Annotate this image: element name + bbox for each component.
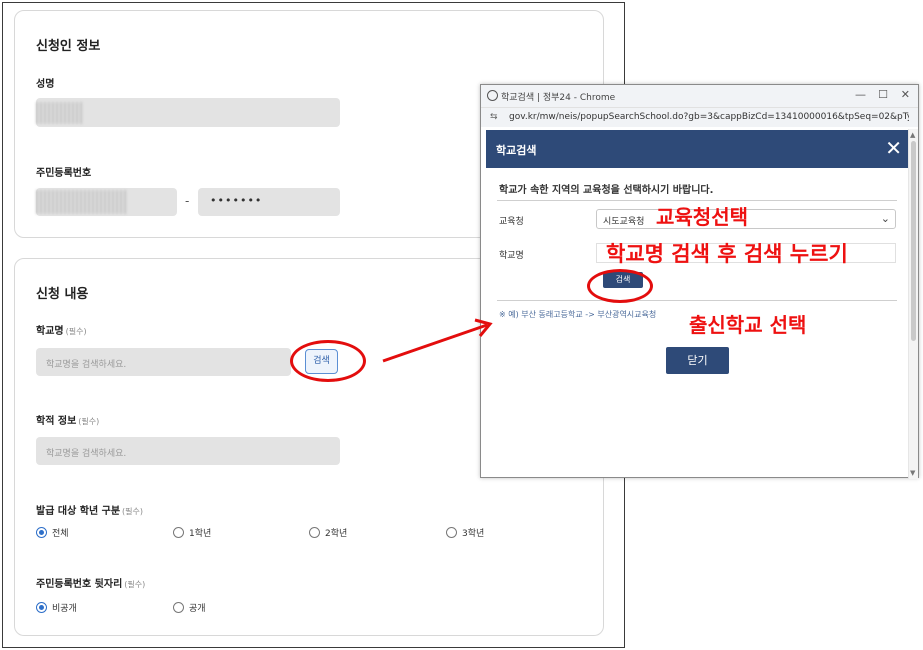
scroll-down-icon[interactable]: ▼: [910, 469, 915, 477]
required-tag: (필수): [78, 417, 100, 426]
school-label-text: 학교명: [36, 326, 64, 337]
rrn-back-radio-private[interactable]: 비공개: [36, 601, 77, 614]
minimize-icon[interactable]: —: [855, 88, 866, 101]
popup-titlebar: 학교검색 | 정부24 - Chrome — ☐ ✕: [481, 85, 918, 107]
grade-radio-2[interactable]: 2학년: [309, 526, 347, 539]
rrn-back-option-label: 비공개: [52, 604, 77, 614]
scroll-thumb[interactable]: [911, 141, 916, 341]
annotation-search-school: 학교명 검색 후 검색 누르기: [606, 242, 848, 266]
radio-icon: [309, 527, 320, 538]
rrn-dash: -: [185, 194, 190, 208]
section-title-application: 신청 내용: [36, 287, 89, 302]
rrn-back-radio-public[interactable]: 공개: [173, 601, 206, 614]
office-label: 교육청: [499, 217, 524, 227]
record-label-text: 학적 정보: [36, 416, 77, 427]
rrn-label: 주민등록번호: [36, 168, 92, 179]
grade-label-text: 발급 대상 학년 구분: [36, 506, 121, 517]
annotation-ring-search: [290, 340, 366, 382]
radio-icon: [173, 602, 184, 613]
popup-url: gov.kr/mw/neis/popupSearchSchool.do?gb=3…: [509, 112, 909, 122]
required-tag: (필수): [65, 327, 87, 336]
section-title-applicant: 신청인 정보: [36, 39, 101, 54]
rrn-front-field: [36, 188, 177, 216]
record-placeholder: 학교명을 검색하세요.: [46, 449, 127, 459]
grade-option-label: 3학년: [462, 529, 485, 539]
popup-school-label: 학교명: [499, 251, 524, 261]
name-field: [36, 98, 340, 127]
radio-icon: [446, 527, 457, 538]
rrn-masked-dots: •••••••: [210, 194, 263, 207]
popup-address-bar[interactable]: ⇆ gov.kr/mw/neis/popupSearchSchool.do?gb…: [481, 107, 918, 127]
annotation-select-office: 교육청선택: [656, 205, 748, 229]
radio-selected-icon: [36, 527, 47, 538]
annotation-select-school: 출신학교 선택: [689, 313, 807, 337]
grade-option-label: 2학년: [325, 529, 348, 539]
grade-radio-1[interactable]: 1학년: [173, 526, 211, 539]
blurred-name: [36, 102, 82, 124]
blurred-rrn-front: [36, 190, 126, 214]
annotation-ring-popup-search: [587, 269, 653, 303]
window-close-icon[interactable]: ✕: [901, 88, 910, 101]
popup-header-title: 학교검색: [496, 144, 537, 157]
popup-header: 학교검색 ✕: [486, 130, 912, 168]
school-search-field[interactable]: 학교명을 검색하세요.: [36, 348, 291, 376]
grade-option-label: 1학년: [189, 529, 212, 539]
radio-selected-icon: [36, 602, 47, 613]
school-search-popup-window: 학교검색 | 정부24 - Chrome — ☐ ✕ ⇆ gov.kr/mw/n…: [480, 84, 919, 479]
required-tag: (필수): [122, 507, 144, 516]
popup-scrollbar[interactable]: ▲ ▼: [908, 129, 918, 479]
record-label: 학적 정보 (필수): [36, 412, 99, 427]
rrn-back-option-label: 공개: [189, 604, 206, 614]
site-info-icon[interactable]: ⇆: [490, 112, 498, 122]
close-icon[interactable]: ✕: [885, 136, 902, 160]
grade-option-label: 전체: [52, 529, 69, 539]
record-field[interactable]: 학교명을 검색하세요.: [36, 437, 340, 465]
rrn-back-label: 주민등록번호 뒷자리 (필수): [36, 575, 145, 590]
grade-radio-all[interactable]: 전체: [36, 526, 69, 539]
required-tag: (필수): [124, 580, 146, 589]
popup-close-button[interactable]: 닫기: [666, 347, 729, 374]
maximize-icon[interactable]: ☐: [878, 88, 888, 101]
scroll-up-icon[interactable]: ▲: [910, 131, 915, 139]
name-label: 성명: [36, 79, 55, 90]
divider: [497, 300, 897, 301]
rrn-back-label-text: 주민등록번호 뒷자리: [36, 579, 123, 590]
rrn-back-field: •••••••: [198, 188, 340, 216]
office-select-value: 시도교육청: [603, 217, 645, 227]
popup-example-note: ※ 예) 부산 동래고등학교 -> 부산광역시교육청: [499, 310, 657, 319]
chevron-down-icon: ⌄: [880, 212, 890, 225]
globe-icon: [487, 90, 498, 101]
grade-label: 발급 대상 학년 구분 (필수): [36, 502, 143, 517]
school-label: 학교명 (필수): [36, 322, 87, 337]
school-placeholder: 학교명을 검색하세요.: [46, 360, 127, 370]
radio-icon: [173, 527, 184, 538]
grade-radio-3[interactable]: 3학년: [446, 526, 484, 539]
popup-window-title: 학교검색 | 정부24 - Chrome: [501, 93, 616, 103]
popup-instruction: 학교가 속한 지역의 교육청을 선택하시기 바랍니다.: [499, 185, 714, 196]
